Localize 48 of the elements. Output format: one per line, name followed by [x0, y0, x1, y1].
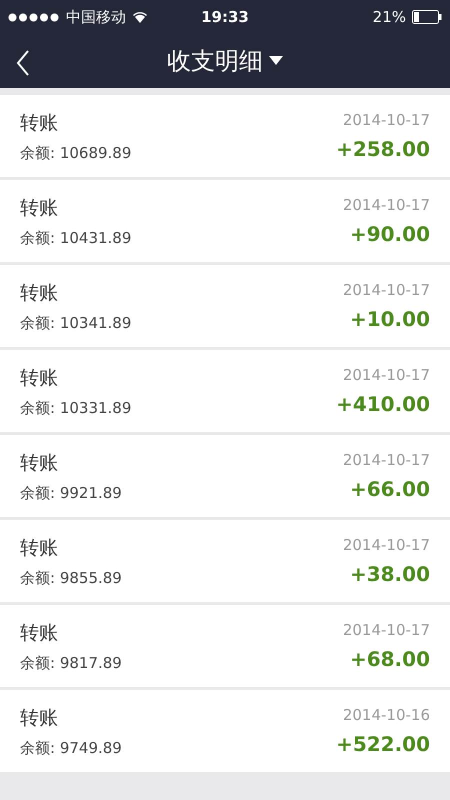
- balance-text: 余额: 9921.89: [20, 484, 122, 502]
- transaction-title: 转账: [20, 196, 58, 220]
- transaction-amount: +68.00: [350, 647, 430, 671]
- transaction-row[interactable]: 转账 余额: 10331.89 2014-10-17 +410.00: [0, 350, 450, 432]
- transaction-amount: +90.00: [350, 222, 430, 246]
- balance-text: 余额: 9855.89: [20, 568, 122, 588]
- battery-percent: 21%: [372, 8, 406, 26]
- balance-text: 余额: 9817.89: [20, 654, 122, 672]
- transaction-row[interactable]: 转账 余额: 10431.89 2014-10-17 +90.00: [0, 180, 450, 262]
- transaction-title: 转账: [20, 110, 58, 136]
- transaction-amount: +10.00: [350, 307, 430, 331]
- caret-icon: [269, 56, 283, 66]
- transaction-amount: +522.00: [336, 732, 430, 756]
- title-dropdown[interactable]: 收支明细: [167, 45, 283, 77]
- signal-icon: [8, 12, 60, 22]
- balance-text: 余额: 10431.89: [20, 228, 132, 248]
- transaction-date: 2014-10-17: [342, 621, 430, 639]
- transaction-row[interactable]: 转账 余额: 9855.89 2014-10-17 +38.00: [0, 520, 450, 602]
- transaction-row[interactable]: 转账 余额: 9749.89 2014-10-16 +522.00: [0, 690, 450, 772]
- transaction-date: 2014-10-17: [342, 281, 430, 299]
- transaction-date: 2014-10-17: [342, 536, 430, 554]
- balance-text: 余额: 9749.89: [20, 738, 122, 758]
- balance-text: 余额: 10341.89: [20, 314, 132, 332]
- clock-time: 19:33: [201, 8, 249, 26]
- transaction-date: 2014-10-17: [342, 366, 430, 384]
- transaction-date: 2014-10-17: [342, 196, 430, 214]
- transaction-amount: +66.00: [350, 477, 430, 501]
- transaction-date: 2014-10-17: [342, 111, 430, 129]
- transaction-title: 转账: [20, 536, 58, 560]
- transaction-row[interactable]: 转账 余额: 10341.89 2014-10-17 +10.00: [0, 265, 450, 347]
- transaction-title: 转账: [20, 280, 58, 306]
- transaction-title: 转账: [20, 450, 58, 476]
- transaction-title: 转账: [20, 366, 58, 390]
- wifi-icon: [132, 11, 148, 23]
- transaction-row[interactable]: 转账 余额: 10689.89 2014-10-17 +258.00: [0, 95, 450, 177]
- transaction-row[interactable]: 转账 余额: 9817.89 2014-10-17 +68.00: [0, 605, 450, 687]
- transaction-title: 转账: [20, 706, 58, 730]
- transaction-row[interactable]: 转账 余额: 9921.89 2014-10-17 +66.00: [0, 435, 450, 517]
- transaction-amount: +410.00: [336, 392, 430, 416]
- transaction-title: 转账: [20, 620, 58, 646]
- transaction-amount: +38.00: [350, 562, 430, 586]
- balance-text: 余额: 10331.89: [20, 398, 132, 418]
- balance-text: 余额: 10689.89: [20, 144, 132, 162]
- transaction-amount: +258.00: [336, 137, 430, 161]
- transaction-date: 2014-10-16: [342, 706, 430, 724]
- battery-icon: [412, 10, 442, 24]
- transaction-date: 2014-10-17: [342, 451, 430, 469]
- carrier-name: 中国移动: [66, 8, 126, 26]
